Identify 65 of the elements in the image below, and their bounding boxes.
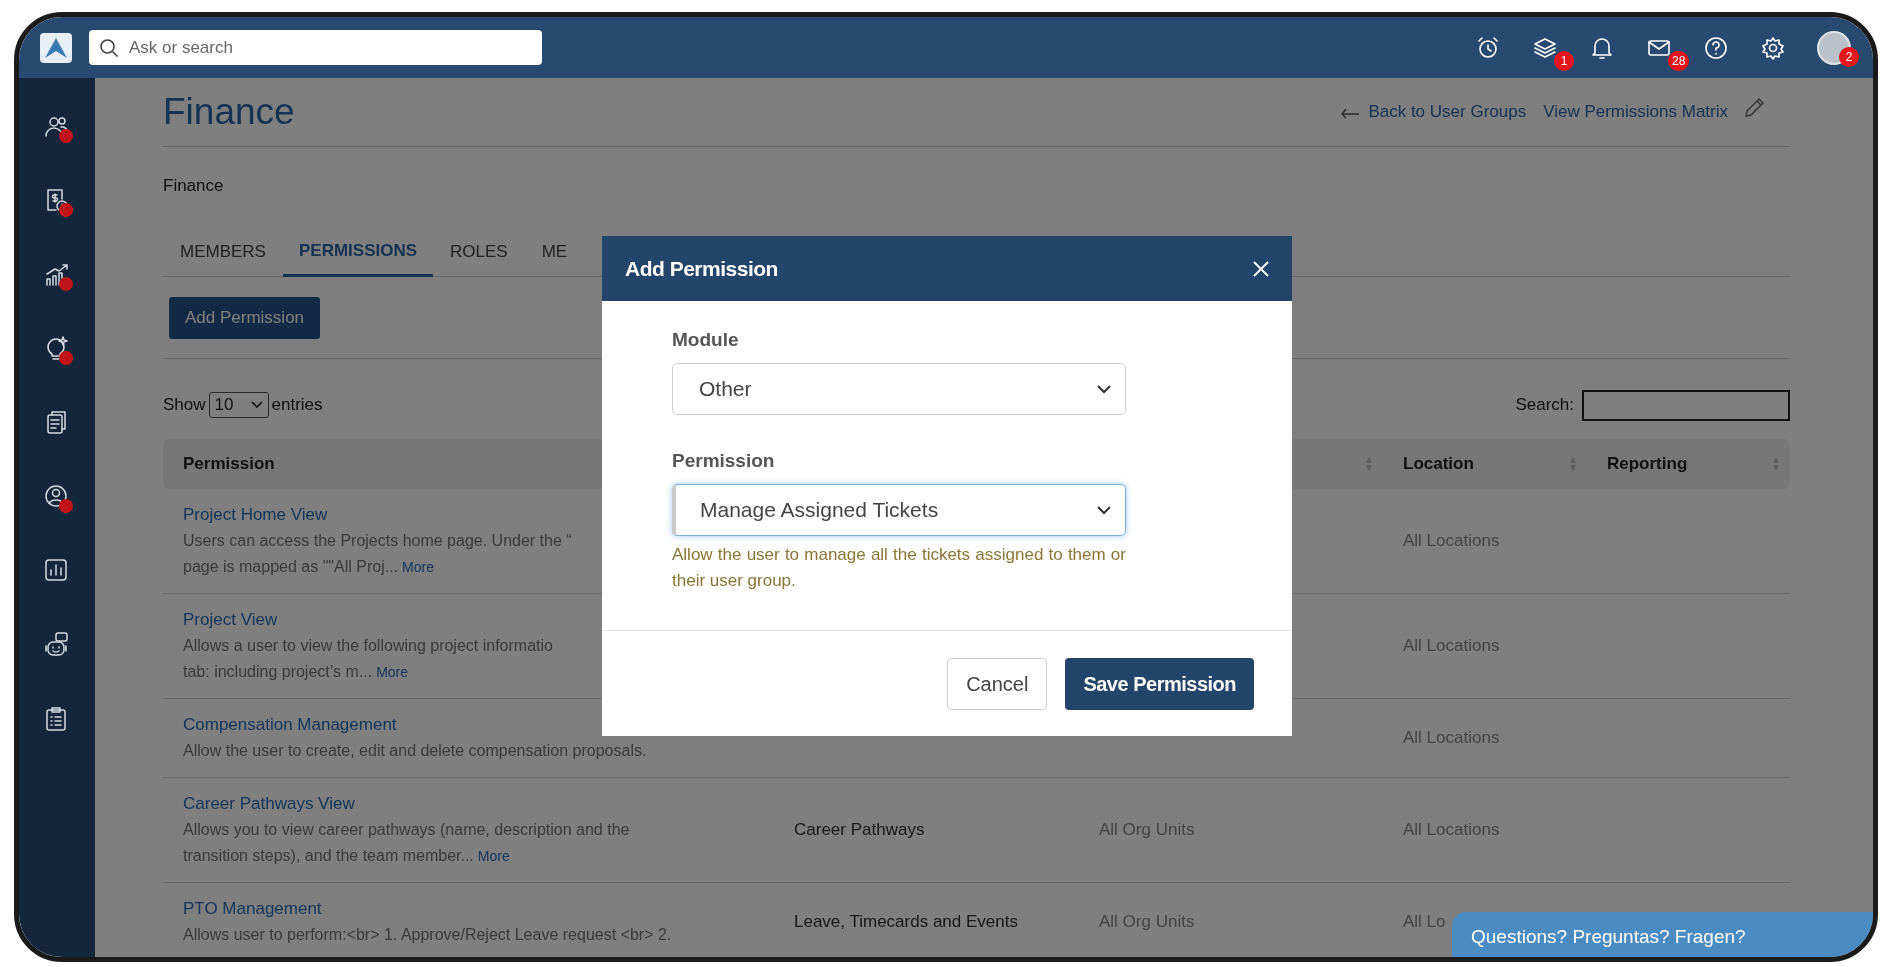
chevron-down-icon <box>1097 384 1111 394</box>
module-cell: Leave, Timecards and Events <box>794 912 1018 932</box>
search-label: Search: <box>1515 394 1574 417</box>
notification-badge: 1 <box>1554 50 1574 71</box>
chevron-down-icon <box>250 401 263 409</box>
more-link[interactable]: More <box>402 559 434 575</box>
location-cell: All Locations <box>1403 820 1500 840</box>
robot-icon[interactable] <box>43 631 71 659</box>
column-header: Location <box>1403 453 1474 476</box>
avatar[interactable] <box>1817 30 1851 65</box>
column-header: Permission <box>183 453 275 476</box>
entries-label: entries <box>271 394 323 417</box>
tab[interactable]: ME <box>524 225 585 276</box>
column-header: Reporting <box>1607 453 1688 476</box>
module-cell: Career Pathways <box>794 820 925 840</box>
alarm-clock-icon[interactable] <box>1475 34 1501 61</box>
page-title: Finance <box>163 90 295 135</box>
help-icon[interactable] <box>1703 34 1729 61</box>
field-label: Module <box>672 328 739 352</box>
dialog-title: Add Permission <box>625 255 778 282</box>
pencil-icon[interactable] <box>1742 96 1766 120</box>
description-text: page is mapped as ""All Proj... <box>183 558 399 575</box>
help-chat-button[interactable]: Questions? Preguntas? Fragen? <box>1452 912 1873 957</box>
description-text: transition steps), and the team member... <box>183 847 474 864</box>
location-cell: All Lo <box>1403 912 1446 932</box>
close-icon[interactable] <box>1252 259 1270 278</box>
more-link[interactable]: More <box>477 848 510 864</box>
group-name: Finance <box>163 175 224 198</box>
location-cell: All Locations <box>1403 728 1500 748</box>
dropdown[interactable]: Manage Assigned Tickets <box>672 484 1126 536</box>
back-to-user-groups-link[interactable]: Back to User Groups <box>1368 99 1527 125</box>
notification-badge: 2 <box>1839 46 1859 67</box>
add-permission-button[interactable]: Add Permission <box>169 296 321 339</box>
table-search-field[interactable] <box>1582 389 1790 421</box>
more-link[interactable]: More <box>376 664 409 680</box>
logo-icon[interactable] <box>39 31 73 64</box>
notification-badge: 28 <box>1668 50 1690 71</box>
chevron-down-icon <box>1097 505 1111 515</box>
description-text: tab: including project’s m... <box>183 663 373 680</box>
permission-link[interactable]: Career Pathways View <box>183 791 774 817</box>
description-text: Users can access the Projects home page. Under the “ <box>183 532 572 549</box>
description-text: Allows you to view career pathways (name, description and the <box>183 821 630 838</box>
page-size-dropdown[interactable]: 10 <box>208 392 269 418</box>
description-text: Allow the user to create, edit and delete compensation proposals. <box>183 742 647 759</box>
save-permission-button[interactable]: Save Permission <box>1065 657 1254 710</box>
location-cell: All Locations <box>1403 636 1500 656</box>
field-label: Permission <box>672 449 775 473</box>
location-cell: All Locations <box>1403 531 1500 551</box>
tab[interactable]: ROLES <box>433 225 525 276</box>
search-field[interactable]: Ask or search <box>89 30 542 65</box>
description-text: Allows user to perform:<br> 1. Approve/Reject Leave request <br> 2. <box>183 926 672 943</box>
permission-link[interactable]: PTO Management <box>183 896 774 922</box>
org-units-cell: All Org Units <box>1099 820 1195 840</box>
show-label: Show <box>163 394 206 417</box>
org-units-cell: All Org Units <box>1099 912 1195 932</box>
tab[interactable]: PERMISSIONS <box>282 225 434 277</box>
growth-chart-icon[interactable] <box>43 261 71 289</box>
cancel-button[interactable]: Cancel <box>947 657 1048 710</box>
view-permissions-matrix-link[interactable]: View Permissions Matrix <box>1543 99 1728 125</box>
settings-icon[interactable] <box>1760 34 1786 61</box>
search-icon <box>99 38 119 58</box>
description-text: Allows a user to view the following project informatio <box>183 637 553 654</box>
dropdown[interactable]: Other <box>672 363 1126 415</box>
help-text: Allow the user to manage all the tickets assigned to them or their user group. <box>672 544 1126 592</box>
tab[interactable]: MEMBERS <box>163 225 283 276</box>
